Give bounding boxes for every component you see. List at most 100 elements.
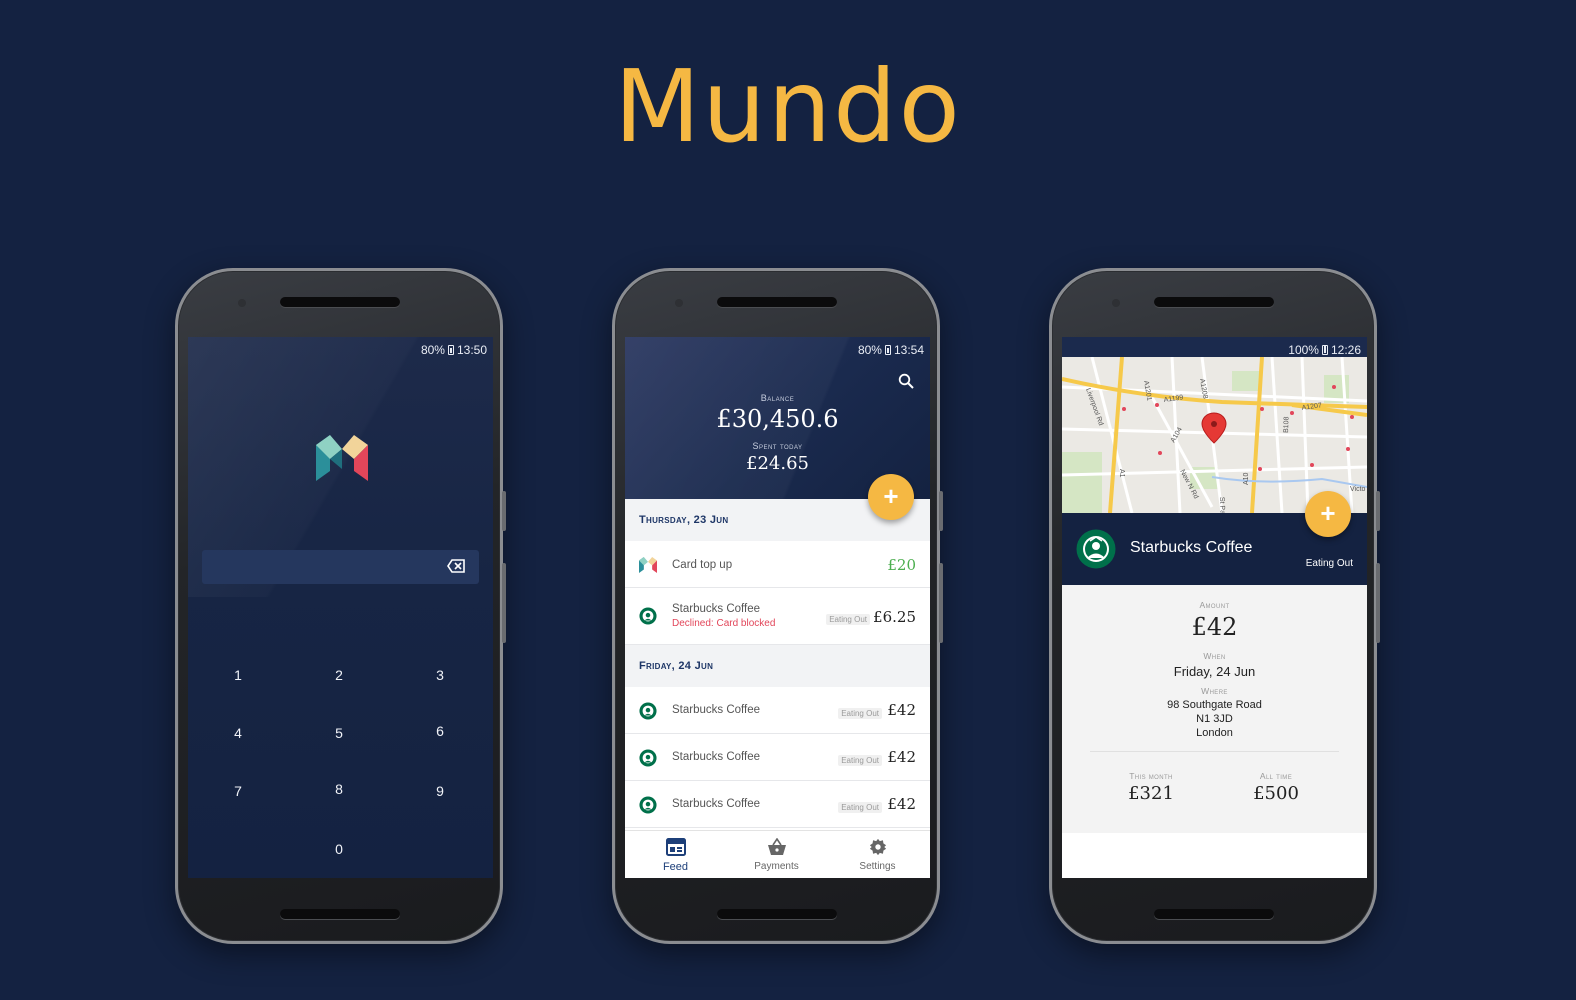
status-bar: 80% 13:50 bbox=[421, 343, 487, 357]
battery-icon bbox=[447, 345, 454, 355]
bottom-speaker bbox=[1154, 909, 1274, 919]
key-9[interactable]: 9 bbox=[420, 771, 460, 811]
battery-percent: 80% bbox=[857, 343, 882, 357]
add-fab-button[interactable]: + bbox=[1305, 491, 1351, 537]
key-1[interactable]: 1 bbox=[218, 655, 258, 695]
transaction-row[interactable]: Starbucks Coffee Eating Out £42 bbox=[625, 734, 930, 781]
street-map: A1201 A1199 A1208 A1207 A104 A1 A10 B108… bbox=[1062, 357, 1367, 513]
when-label: When bbox=[1203, 651, 1226, 661]
address-line-1: 98 Southgate Road bbox=[1167, 699, 1262, 711]
bottom-speaker bbox=[280, 909, 400, 919]
key-0[interactable]: 0 bbox=[319, 829, 359, 869]
transaction-row[interactable]: Card top up £20 bbox=[625, 541, 930, 588]
starbucks-icon bbox=[639, 702, 657, 720]
spent-today-value: £24.65 bbox=[746, 453, 809, 474]
pin-input[interactable] bbox=[202, 550, 479, 584]
power-button bbox=[939, 491, 943, 531]
key-8[interactable]: 8 bbox=[319, 769, 359, 809]
balance-value: £30,450.6 bbox=[716, 405, 839, 433]
transaction-detail-screen: 100% 12:26 A1201 A1199 A1208 A1207 A104 … bbox=[1062, 337, 1367, 878]
clock: 13:54 bbox=[893, 343, 924, 357]
merchant-name: Starbucks Coffee bbox=[1130, 539, 1253, 556]
search-icon[interactable] bbox=[898, 373, 914, 389]
transaction-declined-note: Declined: Card blocked bbox=[672, 618, 776, 629]
volume-button bbox=[502, 563, 506, 643]
bottom-speaker bbox=[717, 909, 837, 919]
earpiece-speaker bbox=[280, 297, 400, 307]
nav-feed[interactable]: Feed bbox=[625, 831, 726, 878]
date-header: Friday, 24 Jun bbox=[625, 645, 930, 687]
phone-pin-screen: 80% 13:50 1 2 3 4 5 6 7 8 9 0 bbox=[175, 268, 506, 944]
transaction-name: Starbucks Coffee bbox=[672, 704, 761, 716]
mondo-m-logo bbox=[316, 435, 368, 481]
battery-icon bbox=[884, 345, 891, 355]
front-camera bbox=[1112, 299, 1120, 307]
all-time-label: All time bbox=[1259, 771, 1293, 781]
status-bar: 80% 13:54 bbox=[858, 343, 924, 357]
transaction-details: Amount £42 When Friday, 24 Jun Where 98 … bbox=[1062, 585, 1367, 833]
starbucks-icon bbox=[639, 796, 657, 814]
clock: 12:26 bbox=[1330, 343, 1361, 357]
transaction-amount: £42 bbox=[887, 748, 916, 766]
map-label: A10 bbox=[1243, 472, 1250, 485]
power-button bbox=[502, 491, 506, 531]
transaction-row[interactable]: Starbucks Coffee Eating Out £42 bbox=[625, 781, 930, 828]
location-map[interactable]: A1201 A1199 A1208 A1207 A104 A1 A10 B108… bbox=[1062, 357, 1367, 513]
map-label: B108 bbox=[1283, 416, 1291, 433]
amount-value: £42 bbox=[1191, 613, 1238, 641]
earpiece-speaker bbox=[1154, 297, 1274, 307]
battery-percent: 80% bbox=[420, 343, 445, 357]
phone-detail-screen: 100% 12:26 A1201 A1199 A1208 A1207 A104 … bbox=[1049, 268, 1380, 944]
transaction-amount: £42 bbox=[887, 795, 916, 813]
address-line-2: N1 3JD bbox=[1196, 713, 1233, 725]
bottom-navigation: Feed Payments Settings bbox=[625, 830, 930, 878]
key-3[interactable]: 3 bbox=[420, 655, 460, 695]
key-2[interactable]: 2 bbox=[319, 655, 359, 695]
balance-label: Balance bbox=[760, 393, 795, 403]
volume-button bbox=[939, 563, 943, 643]
this-month-value: £321 bbox=[1128, 783, 1174, 804]
starbucks-icon bbox=[1076, 529, 1116, 569]
this-month-stat: This month £321 bbox=[1091, 771, 1211, 804]
nav-payments[interactable]: Payments bbox=[726, 831, 827, 878]
add-fab-button[interactable]: + bbox=[868, 474, 914, 520]
this-month-label: This month bbox=[1129, 771, 1173, 781]
category-badge: Eating Out bbox=[826, 614, 870, 625]
phone-feed-screen: 80% 13:54 Balance £30,450.6 Spent today … bbox=[612, 268, 943, 944]
transaction-name: Card top up bbox=[672, 559, 733, 571]
earpiece-speaker bbox=[717, 297, 837, 307]
gear-icon bbox=[869, 838, 887, 856]
feed-screen: 80% 13:54 Balance £30,450.6 Spent today … bbox=[625, 337, 930, 878]
key-5[interactable]: 5 bbox=[319, 713, 359, 753]
all-time-stat: All time £500 bbox=[1216, 771, 1336, 804]
transaction-amount: £42 bbox=[887, 701, 916, 719]
when-value: Friday, 24 Jun bbox=[1173, 664, 1256, 679]
status-bar: 100% 12:26 bbox=[1288, 343, 1361, 357]
transaction-name: Starbucks Coffee bbox=[672, 751, 761, 763]
pin-screen: 80% 13:50 1 2 3 4 5 6 7 8 9 0 bbox=[188, 337, 493, 878]
all-time-value: £500 bbox=[1253, 783, 1299, 804]
map-label: A1 bbox=[1118, 469, 1125, 478]
map-label: Victo bbox=[1350, 486, 1366, 493]
volume-button bbox=[1376, 563, 1380, 643]
nav-settings-label: Settings bbox=[859, 861, 896, 872]
transaction-row[interactable]: Starbucks Coffee Declined: Card blocked … bbox=[625, 588, 930, 645]
key-4[interactable]: 4 bbox=[218, 713, 258, 753]
transaction-row[interactable]: Starbucks Coffee Eating Out £42 bbox=[625, 687, 930, 734]
key-6[interactable]: 6 bbox=[420, 711, 460, 751]
mondo-m-icon bbox=[639, 557, 657, 573]
clock: 13:50 bbox=[456, 343, 487, 357]
front-camera bbox=[238, 299, 246, 307]
category-badge: Eating Out bbox=[838, 708, 882, 719]
backspace-icon[interactable] bbox=[447, 559, 465, 573]
merchant-category[interactable]: Eating Out bbox=[1306, 558, 1353, 569]
nav-settings[interactable]: Settings bbox=[827, 831, 928, 878]
feed-icon bbox=[666, 838, 686, 856]
app-title: Mundo bbox=[614, 48, 962, 165]
key-7[interactable]: 7 bbox=[218, 771, 258, 811]
battery-percent: 100% bbox=[1288, 343, 1319, 357]
amount-label: Amount bbox=[1199, 600, 1230, 610]
transaction-name: Starbucks Coffee bbox=[672, 603, 761, 615]
where-label: Where bbox=[1201, 686, 1228, 696]
transaction-amount: £20 bbox=[887, 556, 916, 574]
